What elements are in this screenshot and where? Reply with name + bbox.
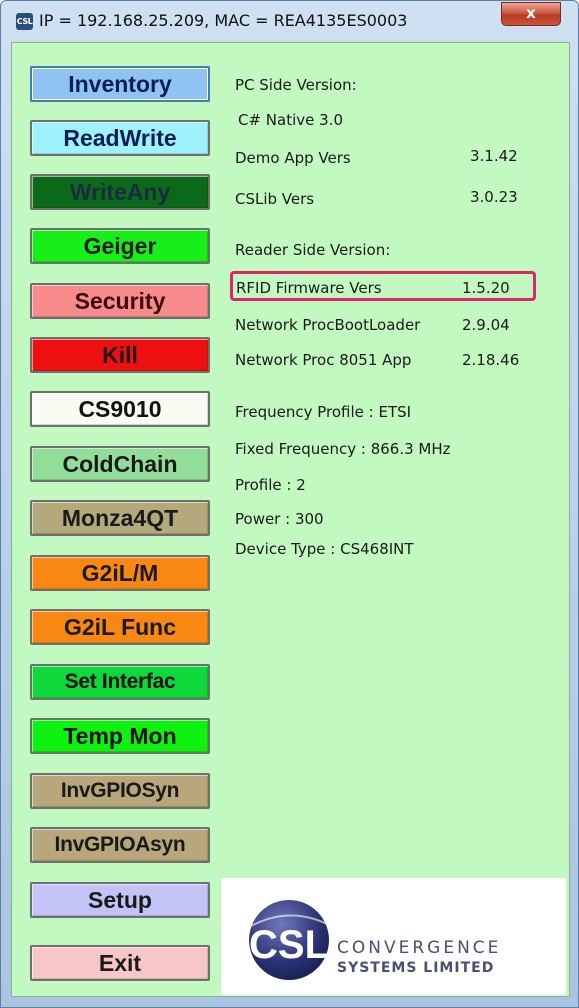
device-type-label: Device Type : CS468INT [235,540,414,558]
title-bar[interactable]: CSL IP = 192.168.25.209, MAC = REA4135ES… [1,1,578,41]
close-button[interactable]: x [501,2,561,26]
fixed-frequency-label: Fixed Frequency : 866.3 MHz [235,440,451,458]
readwrite-button[interactable]: ReadWrite [30,120,210,156]
monza4qt-button[interactable]: Monza4QT [30,500,210,536]
g2il-m-button[interactable]: G2iL/M [30,555,210,591]
invgpiosyn-button[interactable]: InvGPIOSyn [30,773,210,809]
cslib-label: CSLib Vers [235,190,315,208]
frequency-profile-label: Frequency Profile : ETSI [235,403,412,421]
security-button[interactable]: Security [30,283,210,319]
pc-side-heading: PC Side Version: [235,76,357,94]
writeany-button[interactable]: WriteAny [30,174,210,210]
setup-button[interactable]: Setup [30,882,210,918]
logo-text-line2: SYSTEMS LIMITED [337,960,495,976]
app-icon[interactable]: CSL [16,13,33,30]
logo-text-line1: CONVERGENCE [337,938,502,958]
power-label: Power : 300 [235,510,324,528]
network-8051-app-value: 2.18.46 [462,351,520,369]
app-window: CSL IP = 192.168.25.209, MAC = REA4135ES… [0,0,579,1008]
g2il-func-button[interactable]: G2iL Func [30,609,210,645]
network-bootloader-value: 2.9.04 [462,316,510,334]
exit-button[interactable]: Exit [30,945,210,981]
demo-app-label: Demo App Vers [235,149,351,167]
profile-label: Profile : 2 [235,476,306,494]
demo-app-value: 3.1.42 [470,147,518,165]
invgpioasyn-button[interactable]: InvGPIOAsyn [30,827,210,863]
logo-mark-text: CSL [249,923,329,967]
temp-mon-button[interactable]: Temp Mon [30,718,210,754]
set-interface-button[interactable]: Set Interfac [30,664,210,700]
csl-logo-icon: CSL [249,900,329,980]
network-bootloader-label: Network ProcBootLoader [235,316,421,334]
csharp-native-label: C# Native 3.0 [238,111,343,129]
company-logo: CSL CONVERGENCE SYSTEMS LIMITED [221,878,566,995]
cs9010-button[interactable]: CS9010 [30,391,210,427]
network-8051-app-label: Network Proc 8051 App [235,351,412,369]
inventory-button[interactable]: Inventory [30,66,210,102]
coldchain-button[interactable]: ColdChain [30,446,210,482]
geiger-button[interactable]: Geiger [30,228,210,264]
rfid-firmware-highlight [230,271,536,301]
reader-side-heading: Reader Side Version: [235,241,391,259]
window-title: IP = 192.168.25.209, MAC = REA4135ES0003 [39,11,408,30]
cslib-value: 3.0.23 [470,188,518,206]
client-area: Inventory ReadWrite WriteAny Geiger Secu… [11,42,570,997]
kill-button[interactable]: Kill [30,337,210,373]
